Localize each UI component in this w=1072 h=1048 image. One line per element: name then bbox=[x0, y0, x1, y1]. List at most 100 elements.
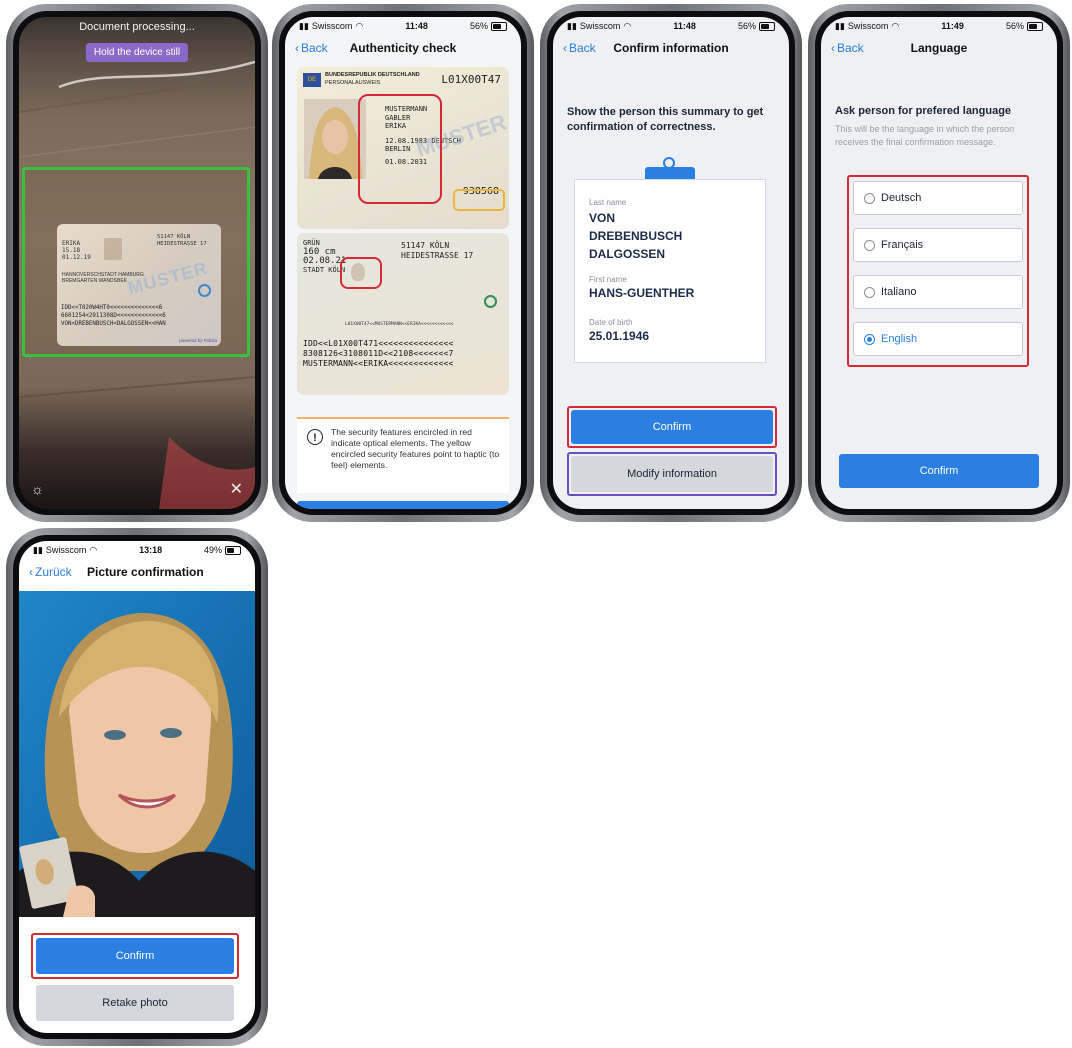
confirm-button[interactable]: Confirm bbox=[36, 938, 234, 974]
status-bar: ▮▮ Swisscom ◠ 11:49 56% bbox=[821, 17, 1057, 35]
phone-language: ▮▮ Swisscom ◠ 11:49 56% ‹ Back Language Ask… bbox=[808, 4, 1070, 522]
captured-selfie-photo bbox=[19, 591, 255, 917]
signal-icon: ▮▮ bbox=[299, 20, 309, 31]
wifi-icon: ◠ bbox=[355, 20, 364, 31]
signal-icon: ▮▮ bbox=[835, 20, 845, 31]
back-button[interactable]: ‹ Back bbox=[563, 41, 596, 55]
retake-photo-button[interactable]: Retake photo bbox=[36, 985, 234, 1021]
status-time: 11:49 bbox=[941, 21, 964, 31]
field-label: Last name bbox=[589, 198, 627, 207]
field-last-name: Last name VON DREBENBUSCH DALGOSSEN bbox=[589, 198, 751, 263]
radio-selected-icon bbox=[864, 333, 875, 345]
status-time: 11:48 bbox=[673, 21, 696, 31]
bottom-action-strip[interactable] bbox=[297, 501, 509, 509]
chevron-left-icon: ‹ bbox=[295, 41, 299, 55]
haptic-feature-highlight bbox=[453, 189, 505, 211]
summary-heading: Show the person this summary to get conf… bbox=[567, 106, 764, 133]
modify-information-button[interactable]: Modify information bbox=[571, 456, 773, 492]
chevron-left-icon: ‹ bbox=[563, 41, 567, 55]
page-title: Picture confirmation bbox=[87, 565, 204, 579]
field-label: First name bbox=[589, 275, 627, 284]
language-subtext: This will be the language in which the p… bbox=[835, 124, 1015, 147]
confirm-button[interactable]: Confirm bbox=[571, 410, 773, 444]
card-address-block: 51147 KÖLN HEIDESTRASSE 17 bbox=[157, 234, 207, 247]
radio-unselected-icon bbox=[864, 192, 875, 204]
status-bar: ▮▮ Swisscom ◠ 11:48 56% bbox=[285, 17, 521, 35]
nav-bar: ‹ Zurück Picture confirmation bbox=[19, 559, 255, 585]
page-title: Confirm information bbox=[613, 41, 729, 55]
back-button[interactable]: ‹ Zurück bbox=[29, 565, 72, 579]
phone-picture-confirmation: ▮▮ Swisscom ◠ 13:18 49% ‹ Zurück Picture co… bbox=[6, 528, 268, 1046]
radio-unselected-icon bbox=[864, 286, 875, 298]
wifi-icon: ◠ bbox=[89, 544, 98, 555]
back-button[interactable]: ‹ Back bbox=[295, 41, 328, 55]
card-name-block: ERIKA 15.18 01.12.19 bbox=[62, 240, 91, 261]
processing-text: Document processing... bbox=[79, 21, 195, 33]
info-text: The security features encircled in red i… bbox=[331, 427, 500, 470]
page-title: Language bbox=[910, 41, 968, 55]
chevron-left-icon: ‹ bbox=[831, 41, 835, 55]
authenticity-screen: ▮▮ Swisscom ◠ 11:48 56% ‹ Back Authenticity… bbox=[285, 17, 521, 509]
field-value: HANS-GUENTHER bbox=[589, 286, 695, 300]
id-back-mrz: IDD<<L01X00T471<<<<<<<<<<<<<<< 8308126<3… bbox=[303, 339, 454, 368]
sun-icon[interactable]: ☼ bbox=[31, 481, 44, 497]
language-option-deutsch[interactable]: Deutsch bbox=[853, 181, 1023, 215]
language-option-english[interactable]: English bbox=[853, 322, 1023, 356]
optical-feature-highlight bbox=[358, 94, 442, 204]
nav-bar: ‹ Back Language bbox=[821, 35, 1057, 61]
language-option-francais[interactable]: Français bbox=[853, 228, 1023, 262]
mini-portrait-highlight bbox=[340, 257, 382, 289]
eu-flag-icon: DE bbox=[303, 73, 321, 87]
info-card: ! The security features encircled in red… bbox=[297, 417, 509, 493]
field-value: 25.01.1946 bbox=[589, 329, 650, 343]
field-label: Date of birth bbox=[589, 318, 633, 327]
id-portrait bbox=[304, 99, 366, 179]
summary-card: Last name VON DREBENBUSCH DALGOSSEN Firs… bbox=[574, 179, 766, 363]
card-mrz: IDD<<T020W4HT0<<<<<<<<<<<<<<6 6601254<29… bbox=[61, 305, 166, 327]
phone-confirm-information: ▮▮ Swisscom ◠ 11:48 56% ‹ Back Confirm info… bbox=[540, 4, 802, 522]
status-bar: ▮▮ Swisscom ◠ 13:18 49% bbox=[19, 541, 255, 559]
id-card-back: GRÜN 160 cm 02.08.21 STADT KÖLN 51147 KÖ… bbox=[297, 233, 509, 395]
field-value: VON DREBENBUSCH DALGOSSEN bbox=[589, 211, 683, 261]
status-time: 11:48 bbox=[405, 21, 428, 31]
card-photo bbox=[104, 238, 122, 260]
powered-by-label: powered by Fidelia bbox=[179, 338, 217, 343]
language-heading: Ask person for prefered language bbox=[835, 105, 1012, 117]
wifi-icon: ◠ bbox=[891, 20, 900, 31]
scanned-id-card: ERIKA 15.18 01.12.19 51147 KÖLN HEIDESTR… bbox=[57, 224, 221, 346]
battery-icon bbox=[758, 21, 775, 31]
nav-bar: ‹ Back Confirm information bbox=[553, 35, 789, 61]
picture-confirmation-screen: ▮▮ Swisscom ◠ 13:18 49% ‹ Zurück Picture co… bbox=[19, 541, 255, 1033]
language-option-italiano[interactable]: Italiano bbox=[853, 275, 1023, 309]
back-button[interactable]: ‹ Back bbox=[831, 41, 864, 55]
language-options: Deutsch Français Italiano English bbox=[853, 181, 1023, 356]
language-screen: ▮▮ Swisscom ◠ 11:49 56% ‹ Back Language Ask… bbox=[821, 17, 1057, 509]
close-icon[interactable]: ✕ bbox=[230, 479, 243, 499]
id-number: L01X00T47 bbox=[441, 73, 501, 86]
battery-icon bbox=[224, 545, 241, 555]
id-back-code-line: L01X00T47<<MUSTERMANN<<ERIKA<<<<<<<<<<<< bbox=[345, 322, 454, 327]
card-hologram-icon bbox=[198, 284, 211, 297]
phone-document-scan: Document processing... Hold the device s… bbox=[6, 4, 268, 522]
hint-badge: Hold the device still bbox=[85, 43, 189, 62]
nav-bar: ‹ Back Authenticity check bbox=[285, 35, 521, 61]
wifi-icon: ◠ bbox=[623, 20, 632, 31]
status-bar: ▮▮ Swisscom ◠ 11:48 56% bbox=[553, 17, 789, 35]
field-first-name: First name HANS-GUENTHER bbox=[589, 275, 751, 300]
phone-authenticity-check: ▮▮ Swisscom ◠ 11:48 56% ‹ Back Authenticity… bbox=[272, 4, 534, 522]
scan-screen: Document processing... Hold the device s… bbox=[19, 17, 255, 509]
field-date-of-birth: Date of birth 25.01.1946 bbox=[589, 318, 751, 343]
signal-icon: ▮▮ bbox=[567, 20, 577, 31]
id-country: BUNDESREPUBLIK DEUTSCHLAND bbox=[325, 72, 420, 78]
battery-icon bbox=[490, 21, 507, 31]
chevron-left-icon: ‹ bbox=[29, 565, 33, 579]
radio-unselected-icon bbox=[864, 239, 875, 251]
confirm-information-screen: ▮▮ Swisscom ◠ 11:48 56% ‹ Back Confirm info… bbox=[553, 17, 789, 509]
status-time: 13:18 bbox=[139, 545, 163, 555]
battery-icon bbox=[1026, 21, 1043, 31]
signal-icon: ▮▮ bbox=[33, 544, 43, 555]
page-title: Authenticity check bbox=[349, 41, 457, 55]
id-back-address: 51147 KÖLN HEIDESTRASSE 17 bbox=[401, 241, 474, 260]
id-back-hologram-icon bbox=[484, 295, 497, 308]
confirm-button[interactable]: Confirm bbox=[839, 454, 1039, 488]
